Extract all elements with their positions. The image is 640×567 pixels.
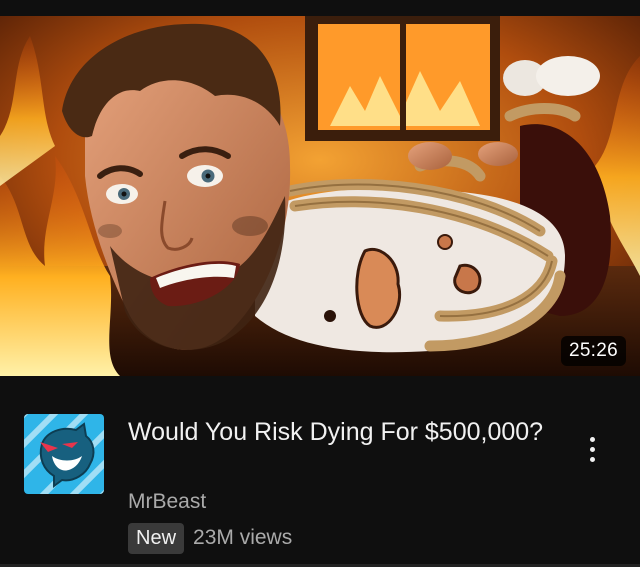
more-vertical-icon (589, 436, 595, 442)
video-thumbnail[interactable]: 25:26 (0, 16, 640, 376)
more-vertical-icon-dot (589, 446, 595, 452)
thumbnail-image (0, 16, 640, 376)
new-badge: New (128, 522, 185, 554)
view-count: 23M views (193, 526, 293, 549)
duration-badge: 25:26 (560, 336, 626, 366)
channel-name[interactable]: MrBeast (128, 490, 206, 514)
video-title[interactable]: Would You Risk Dying For $500,000? (128, 416, 548, 448)
video-stats: New 23M views (128, 521, 292, 555)
video-meta: Would You Risk Dying For $500,000? MrBea… (0, 376, 640, 567)
top-strip (0, 0, 640, 16)
more-options-button[interactable] (574, 424, 610, 474)
more-vertical-icon-dot (589, 456, 595, 462)
mrbeast-panther-logo-icon (24, 414, 104, 494)
channel-avatar[interactable] (24, 414, 104, 494)
